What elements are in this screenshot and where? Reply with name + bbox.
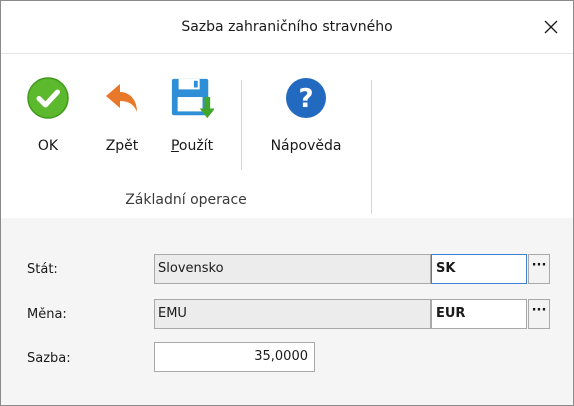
title-bar: Sazba zahraničního stravného [1, 1, 573, 53]
ok-label: OK [37, 138, 59, 154]
close-icon [544, 20, 558, 34]
apply-button[interactable]: Použít [162, 60, 222, 176]
close-button[interactable] [529, 1, 573, 53]
apply-label: Použít [171, 138, 213, 154]
rate-input[interactable]: 35,0000 [154, 342, 315, 372]
undo-arrow-icon [100, 74, 144, 122]
help-question-icon: ? [284, 74, 328, 122]
toolbar-separator [241, 80, 242, 170]
currency-label: Měna: [27, 307, 67, 322]
group-separator [371, 80, 372, 214]
window-title: Sazba zahraničního stravného [181, 19, 393, 35]
ribbon-toolbar: OK Zpět Použít ? Nápověda Základní opera… [1, 53, 573, 219]
apply-label-mnemonic: P [170, 138, 179, 154]
svg-text:?: ? [298, 84, 313, 114]
rate-label: Sazba: [27, 351, 71, 366]
checkmark-icon [26, 74, 70, 122]
save-floppy-icon [170, 74, 214, 122]
back-button[interactable]: Zpět [97, 60, 147, 176]
currency-code-field[interactable]: EUR [431, 299, 527, 329]
ok-button[interactable]: OK [23, 60, 73, 176]
help-label: Nápověda [270, 138, 342, 154]
back-label: Zpět [105, 138, 139, 154]
currency-name-field[interactable]: EMU [154, 299, 431, 329]
apply-label-rest: oužít [178, 138, 214, 154]
state-lookup-button[interactable]: ··· [528, 254, 550, 284]
form-area: Stát: Slovensko SK ··· Měna: EMU EUR ···… [1, 218, 573, 405]
state-name-field[interactable]: Slovensko [154, 254, 431, 284]
ribbon-group-label: Základní operace [125, 192, 247, 208]
state-label: Stát: [27, 262, 58, 277]
help-button[interactable]: ? Nápověda [256, 60, 356, 176]
dialog-window: Sazba zahraničního stravného OK Zpět Pou… [0, 0, 574, 406]
state-code-field[interactable]: SK [431, 254, 527, 284]
currency-lookup-button[interactable]: ··· [528, 299, 550, 329]
